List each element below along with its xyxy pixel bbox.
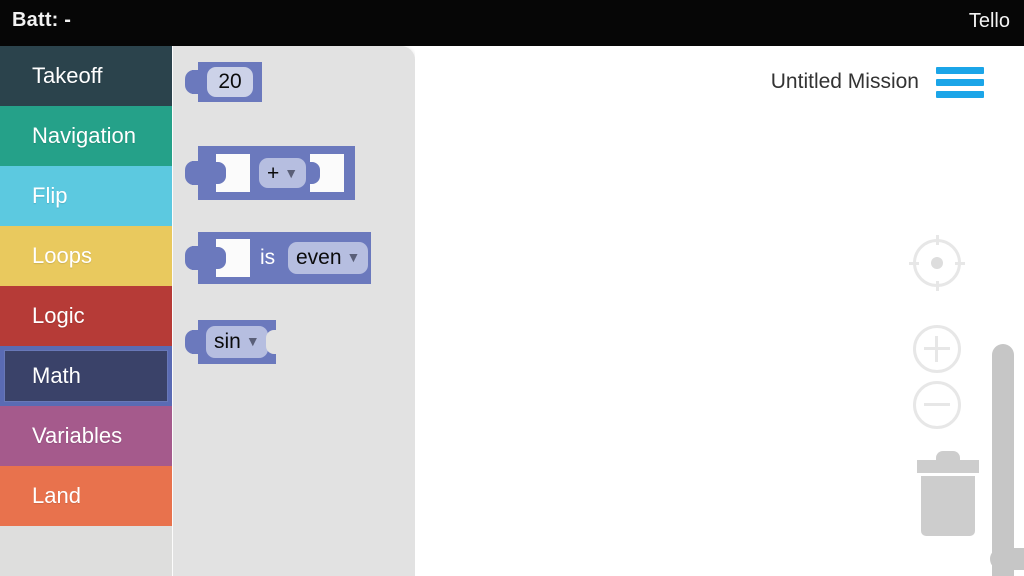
- sidebar-item-label: Takeoff: [32, 63, 103, 88]
- socket-notch-icon: [215, 247, 226, 269]
- crosshair-tick: [936, 281, 939, 291]
- operator-dropdown[interactable]: + ▼: [259, 158, 307, 188]
- sidebar-item-takeoff[interactable]: Takeoff: [0, 46, 172, 106]
- device-name: Tello: [968, 10, 1010, 32]
- block-arithmetic[interactable]: + ▼: [185, 146, 355, 200]
- block-label-is: is: [260, 246, 276, 269]
- selected-indicator: [4, 350, 168, 402]
- zoom-in-button[interactable]: [910, 322, 964, 376]
- battery-status: Batt: -: [12, 9, 72, 31]
- sidebar-item-loops[interactable]: Loops: [0, 226, 172, 286]
- operand-socket-notch-icon[interactable]: [266, 330, 277, 354]
- block-trig[interactable]: sin ▼: [185, 320, 277, 364]
- socket-notch-icon: [215, 162, 226, 184]
- sidebar-item-label: Land: [32, 483, 81, 508]
- horizontal-scrollbar[interactable]: [990, 548, 1024, 570]
- block-number[interactable]: 20: [185, 62, 262, 102]
- block-plug-icon: [185, 246, 200, 270]
- crosshair-center-dot: [931, 257, 943, 269]
- operand-socket-right[interactable]: [309, 154, 344, 192]
- hamburger-bar: [936, 67, 984, 74]
- sidebar-item-label: Flip: [32, 183, 68, 208]
- sidebar-item-math[interactable]: Math: [0, 346, 172, 406]
- operand-socket[interactable]: [215, 239, 250, 277]
- trash-body: [921, 476, 975, 536]
- number-input[interactable]: 20: [207, 67, 253, 97]
- sidebar-item-variables[interactable]: Variables: [0, 406, 172, 466]
- trig-function-label: sin: [214, 330, 241, 353]
- zoom-out-button[interactable]: [910, 378, 964, 432]
- chevron-down-icon: ▼: [346, 249, 361, 265]
- hamburger-icon[interactable]: [936, 65, 984, 99]
- plus-bar: [935, 336, 938, 362]
- sidebar-item-label: Loops: [32, 243, 92, 268]
- category-sidebar: Takeoff Navigation Flip Loops Logic Math…: [0, 46, 172, 576]
- hamburger-bar: [936, 91, 984, 98]
- block-is-even[interactable]: is even ▼: [185, 232, 371, 284]
- minus-bar: [924, 403, 950, 406]
- trash-lid: [917, 460, 979, 473]
- sidebar-item-land[interactable]: Land: [0, 466, 172, 526]
- sidebar-item-label: Logic: [32, 303, 85, 328]
- sidebar-item-flip[interactable]: Flip: [0, 166, 172, 226]
- app-root: Batt: - Tello Takeoff Navigation Flip Lo…: [0, 0, 1024, 576]
- center-map-button[interactable]: [909, 235, 965, 291]
- block-palette: 20 + ▼ is even ▼ sin ▼: [173, 46, 415, 576]
- trash-can-icon[interactable]: [917, 446, 979, 536]
- sidebar-item-logic[interactable]: Logic: [0, 286, 172, 346]
- status-bar: Batt: - Tello: [0, 0, 1024, 46]
- sidebar-item-navigation[interactable]: Navigation: [0, 106, 172, 166]
- parity-dropdown[interactable]: even ▼: [288, 242, 369, 274]
- crosshair-tick: [909, 262, 919, 265]
- mission-title[interactable]: Untitled Mission: [771, 70, 919, 94]
- operand-socket-left[interactable]: [215, 154, 250, 192]
- crosshair-tick: [936, 235, 939, 245]
- sidebar-item-label: Navigation: [32, 123, 136, 148]
- operator-label: +: [267, 162, 280, 185]
- socket-notch-icon: [309, 162, 320, 184]
- block-plug-icon: [185, 330, 200, 354]
- chevron-down-icon: ▼: [284, 165, 299, 181]
- sidebar-item-label: Math: [32, 363, 81, 388]
- chevron-down-icon: ▼: [245, 333, 260, 349]
- vertical-scrollbar[interactable]: [992, 344, 1014, 576]
- parity-label: even: [296, 246, 342, 269]
- crosshair-tick: [955, 262, 965, 265]
- block-plug-icon: [185, 161, 200, 185]
- sidebar-item-label: Variables: [32, 423, 123, 448]
- block-plug-icon: [185, 70, 200, 94]
- workspace-canvas[interactable]: Untitled Mission: [415, 46, 1024, 576]
- hamburger-bar: [936, 79, 984, 86]
- trig-function-dropdown[interactable]: sin ▼: [206, 326, 268, 358]
